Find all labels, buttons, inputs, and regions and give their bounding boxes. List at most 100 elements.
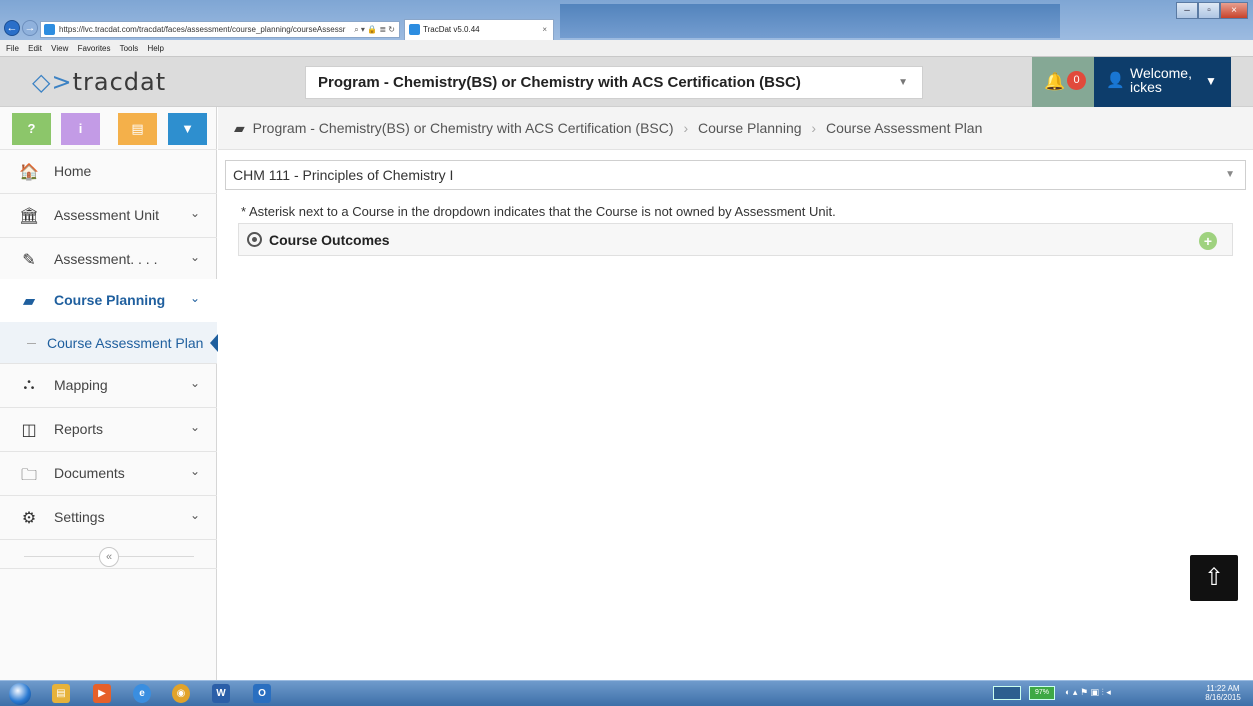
notes-button[interactable]: ▤ bbox=[118, 113, 157, 145]
maximize-icon[interactable]: ▫ bbox=[1198, 2, 1220, 19]
menu-help[interactable]: Help bbox=[148, 44, 164, 53]
bell-icon: 🔔 bbox=[1044, 72, 1066, 91]
sidebar-subitem-course-assessment-plan[interactable]: Course Assessment Plan bbox=[0, 322, 218, 364]
browser-navbar: ← → https://lvc.tracdat.com/tracdat/face… bbox=[0, 0, 1253, 40]
windows-taskbar: ▤ ▶ e ◉ W O 97% ◐ ▴ ⚑ ▣ ⫶ ◂ 11:22 AM 8/1… bbox=[0, 680, 1253, 706]
battery-indicator[interactable]: 97% bbox=[1029, 686, 1055, 700]
tab-favicon-icon bbox=[409, 24, 420, 35]
home-arrow-icon: ⇧ bbox=[1203, 564, 1225, 591]
add-outcome-button[interactable]: + bbox=[1199, 232, 1217, 250]
ie-taskbar-icon[interactable]: e bbox=[133, 684, 151, 703]
quick-buttons: ? i ▤ ▼ bbox=[0, 107, 217, 150]
close-window-icon[interactable]: × bbox=[1220, 2, 1248, 19]
clock-time: 11:22 AM bbox=[1206, 684, 1240, 693]
book-icon: ▰ bbox=[234, 120, 245, 136]
sidebar-item-label: Reports bbox=[54, 421, 104, 437]
menu-edit[interactable]: Edit bbox=[28, 44, 42, 53]
notification-count-badge: 0 bbox=[1067, 71, 1086, 90]
program-select-value: Program - Chemistry(BS) or Chemistry wit… bbox=[318, 74, 801, 91]
menu-tools[interactable]: Tools bbox=[120, 44, 139, 53]
course-select-value: CHM 111 - Principles of Chemistry I bbox=[233, 167, 454, 183]
sidebar-collapse-row: « bbox=[0, 545, 217, 569]
tray-icons[interactable]: ◐ ▴ ⚑ ▣ ⫶ ◂ bbox=[1065, 687, 1111, 698]
user-menu-button[interactable]: 👤 Welcome, ickes ▼ bbox=[1094, 57, 1231, 107]
sidebar-item-label: Settings bbox=[54, 509, 105, 525]
address-bar[interactable]: https://lvc.tracdat.com/tracdat/faces/as… bbox=[40, 21, 400, 38]
course-select[interactable]: CHM 111 - Principles of Chemistry I ▼ bbox=[225, 160, 1246, 190]
active-pointer bbox=[210, 334, 218, 352]
menu-favorites[interactable]: Favorites bbox=[78, 44, 111, 53]
help-button[interactable]: ? bbox=[12, 113, 51, 145]
notifications-button[interactable]: 🔔 0 bbox=[1032, 57, 1094, 107]
chevron-down-icon: ⌄ bbox=[190, 464, 201, 478]
info-button[interactable]: i bbox=[61, 113, 100, 145]
media-taskbar-icon[interactable]: ▶ bbox=[93, 684, 111, 703]
course-outcomes-panel[interactable]: Course Outcomes + bbox=[238, 223, 1233, 256]
chevron-down-icon: ⌄ bbox=[190, 250, 201, 264]
outlook-taskbar-icon[interactable]: O bbox=[253, 684, 271, 703]
sidebar-item-reports[interactable]: ◫ Reports ⌄ bbox=[0, 408, 217, 452]
home-icon: 🏠 bbox=[19, 164, 39, 181]
menu-view[interactable]: View bbox=[51, 44, 68, 53]
word-taskbar-icon[interactable]: W bbox=[212, 684, 230, 703]
menu-file[interactable]: File bbox=[6, 44, 19, 53]
forward-button-icon[interactable]: → bbox=[22, 20, 38, 36]
caret-down-icon: ▼ bbox=[1205, 74, 1217, 88]
breadcrumb: ▰ Program - Chemistry(BS) or Chemistry w… bbox=[218, 107, 1253, 150]
pencil-icon: ✎ bbox=[22, 252, 36, 269]
chevron-down-icon: ▼ bbox=[1225, 169, 1235, 180]
sidebar-item-label: Documents bbox=[54, 465, 125, 481]
chevron-down-icon: ⌄ bbox=[190, 206, 201, 220]
breadcrumb-item-program[interactable]: Program - Chemistry(BS) or Chemistry wit… bbox=[253, 120, 674, 136]
sidebar-item-assessment[interactable]: ✎ Assessment. . . . ⌄ bbox=[0, 238, 217, 282]
program-select[interactable]: Program - Chemistry(BS) or Chemistry wit… bbox=[305, 66, 923, 99]
browser-tab[interactable]: TracDat v5.0.44 × bbox=[404, 19, 554, 40]
chrome-taskbar-icon[interactable]: ◉ bbox=[172, 684, 190, 703]
start-button-icon[interactable] bbox=[9, 683, 31, 705]
back-button-icon[interactable]: ← bbox=[4, 20, 20, 36]
home-float-button[interactable]: ⇧ bbox=[1190, 555, 1238, 601]
sitemap-icon: ⛬ bbox=[23, 376, 35, 393]
site-favicon-icon bbox=[44, 24, 55, 35]
explorer-taskbar-icon[interactable]: ▤ bbox=[52, 684, 70, 703]
chevron-down-icon: ⌄ bbox=[190, 376, 201, 390]
asterisk-note: * Asterisk next to a Course in the dropd… bbox=[241, 204, 836, 219]
collapse-sidebar-icon[interactable]: « bbox=[99, 547, 119, 567]
tree-line bbox=[27, 343, 36, 344]
minimize-icon[interactable]: – bbox=[1176, 2, 1198, 19]
sidebar-item-assessment-unit[interactable]: 🏛 Assessment Unit ⌄ bbox=[0, 194, 217, 238]
filter-button[interactable]: ▼ bbox=[168, 113, 207, 145]
logo-text: tracdat bbox=[72, 68, 167, 96]
folder-icon: 🗀 bbox=[20, 467, 37, 484]
course-outcomes-title: Course Outcomes bbox=[269, 232, 390, 248]
address-url: https://lvc.tracdat.com/tracdat/faces/as… bbox=[59, 25, 346, 34]
tracdat-logo[interactable]: ◇>tracdat bbox=[32, 68, 166, 96]
sidebar-item-course-planning[interactable]: ▰ Course Planning ⌄ bbox=[0, 279, 217, 323]
book-icon: ▰ bbox=[22, 293, 36, 310]
system-tray: 97% ◐ ▴ ⚑ ▣ ⫶ ◂ 11:22 AM 8/16/2015 bbox=[987, 684, 1249, 704]
sidebar-item-mapping[interactable]: ⛬ Mapping ⌄ bbox=[0, 364, 217, 408]
chevron-down-icon: ▼ bbox=[898, 77, 908, 88]
clock[interactable]: 11:22 AM 8/16/2015 bbox=[1201, 684, 1245, 702]
gear-icon: ⚙ bbox=[21, 510, 37, 527]
app-header: ◇>tracdat Program - Chemistry(BS) or Che… bbox=[0, 57, 1253, 107]
window-controls: – ▫ × bbox=[1176, 2, 1248, 20]
breadcrumb-item-current: Course Assessment Plan bbox=[825, 120, 983, 136]
breadcrumb-separator-icon: › bbox=[683, 120, 689, 136]
address-bar-icons[interactable]: ⌕ ▾ 🔒 ≣ ↻ bbox=[354, 22, 395, 37]
chevron-down-icon: ⌄ bbox=[190, 291, 201, 305]
sidebar-item-label: Home bbox=[54, 163, 92, 179]
sidebar-item-documents[interactable]: 🗀 Documents ⌄ bbox=[0, 452, 217, 496]
sidebar-item-settings[interactable]: ⚙ Settings ⌄ bbox=[0, 496, 217, 540]
browser-chrome: ← → https://lvc.tracdat.com/tracdat/face… bbox=[0, 0, 1253, 57]
background-window bbox=[560, 4, 1060, 38]
tab-title: TracDat v5.0.44 bbox=[423, 25, 480, 34]
breadcrumb-item-course-planning[interactable]: Course Planning bbox=[698, 120, 802, 136]
target-icon bbox=[247, 232, 262, 247]
tab-close-icon[interactable]: × bbox=[542, 20, 547, 39]
signal-icon[interactable] bbox=[993, 686, 1021, 700]
sidebar-item-label: Assessment. . . . bbox=[54, 251, 158, 267]
username-label: ickes bbox=[1130, 79, 1162, 95]
chevron-down-icon: ⌄ bbox=[190, 420, 201, 434]
sidebar-item-home[interactable]: 🏠 Home bbox=[0, 150, 217, 194]
